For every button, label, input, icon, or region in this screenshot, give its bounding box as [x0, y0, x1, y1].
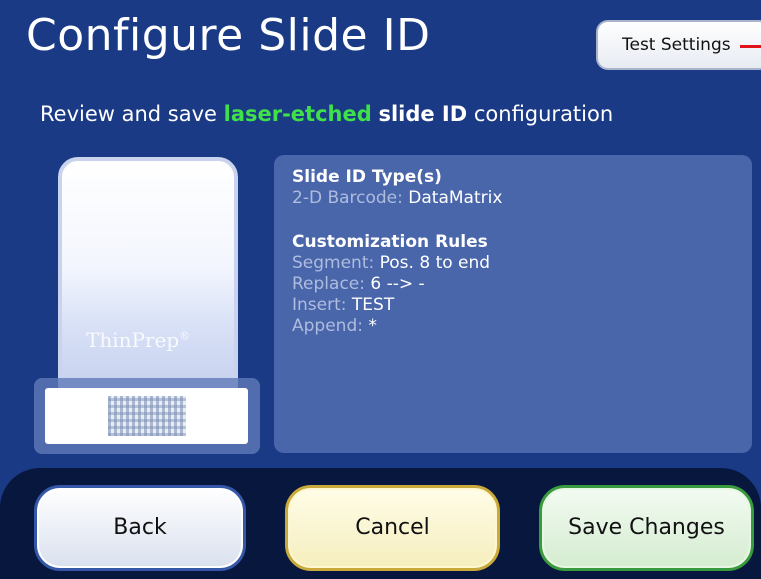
slide-brand-text: ThinPrep [86, 328, 180, 352]
save-changes-button-label: Save Changes [568, 515, 725, 540]
barcode-type-label: 2-D Barcode: [292, 188, 403, 208]
slide-illustration [58, 157, 238, 397]
slide-brand-logo: ThinPrep® [86, 328, 226, 352]
cancel-button[interactable]: Cancel [285, 485, 500, 571]
slide-id-info-panel: Slide ID Type(s) 2-D Barcode: DataMatrix… [274, 155, 752, 453]
page-title: Configure Slide ID [26, 10, 431, 61]
rule-row-insert: Insert: TEST [292, 295, 734, 316]
barcode-type-value: DataMatrix [408, 188, 503, 208]
rule-row-replace: Replace: 6 --> - [292, 274, 734, 295]
rule-label: Replace: [292, 274, 365, 294]
rule-row-segment: Segment: Pos. 8 to end [292, 253, 734, 274]
instruction-highlight: laser-etched [223, 102, 372, 126]
rule-label: Append: [292, 316, 363, 336]
rule-value: Pos. 8 to end [379, 253, 491, 273]
test-settings-button[interactable]: Test Settings [596, 20, 761, 70]
rule-value: TEST [351, 295, 395, 315]
rule-label: Segment: [292, 253, 375, 273]
red-indicator-mark [740, 45, 761, 48]
instruction-bold: slide ID [378, 102, 468, 126]
datamatrix-barcode-icon [108, 396, 186, 436]
instruction-part1: Review and save [40, 102, 224, 126]
instruction-text: Review and save laser-etched slide ID co… [40, 102, 613, 126]
back-button[interactable]: Back [34, 485, 246, 571]
cancel-button-label: Cancel [355, 515, 430, 540]
rule-value: 6 --> - [370, 274, 425, 294]
rule-label: Insert: [292, 295, 347, 315]
slide-id-types-heading: Slide ID Type(s) [292, 167, 442, 187]
slide-brand-mark: ® [179, 329, 191, 343]
rule-value: * [368, 316, 377, 336]
back-button-label: Back [113, 515, 167, 540]
test-settings-label: Test Settings [622, 35, 731, 55]
customization-rules-heading: Customization Rules [292, 232, 488, 252]
instruction-part3: configuration [467, 102, 614, 126]
barcode-type-row: 2-D Barcode: DataMatrix [292, 188, 734, 209]
save-changes-button[interactable]: Save Changes [539, 485, 754, 571]
rule-row-append: Append: * [292, 316, 734, 337]
